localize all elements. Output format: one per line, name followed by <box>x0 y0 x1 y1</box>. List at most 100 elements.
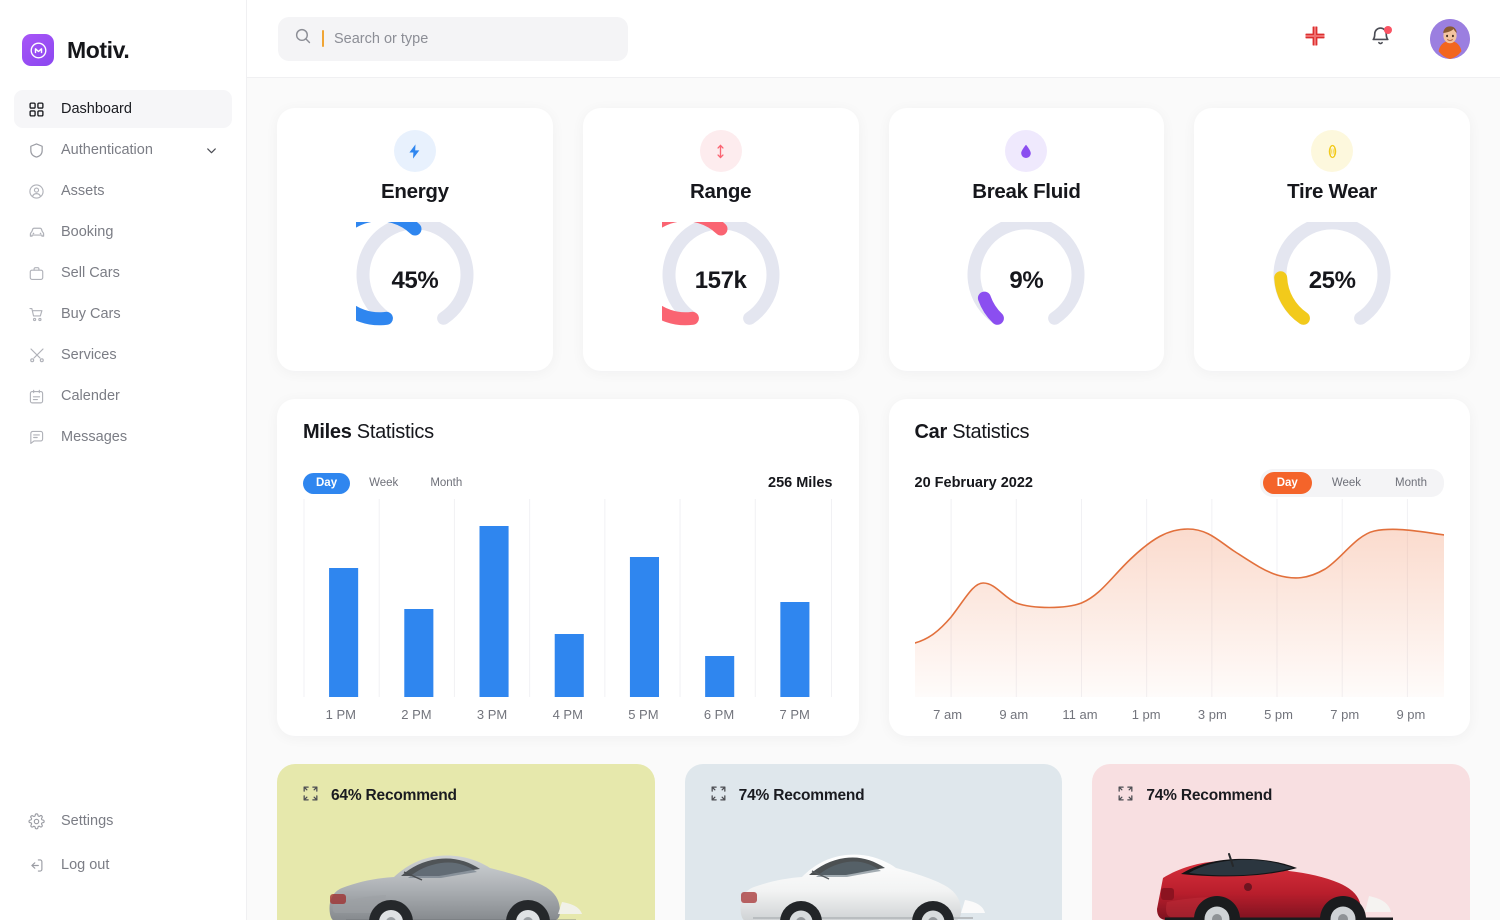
brand[interactable]: Motiv. <box>0 0 246 78</box>
motiv-m-logo-icon <box>22 34 54 66</box>
charts-row: Miles Statistics Day Week Month 256 Mile… <box>277 399 1470 736</box>
sidebar-item-log-out[interactable]: Log out <box>14 846 232 884</box>
sidebar-item-calender[interactable]: Calender <box>14 377 232 415</box>
panel-title-bold: Car <box>914 421 948 443</box>
axis-tick: 4 PM <box>552 707 583 722</box>
miles-total: 256 Miles <box>768 475 833 491</box>
miles-x-axis: 1 PM 2 PM 3 PM 4 PM 5 PM 6 PM 7 PM <box>303 707 833 722</box>
chevron-down-icon[interactable] <box>204 143 219 158</box>
brand-name: Motiv. <box>67 36 130 63</box>
car-image-silver-sedan <box>277 830 655 920</box>
sidebar-item-services[interactable]: Services <box>14 336 232 374</box>
axis-tick: 1 PM <box>325 707 356 722</box>
stat-card-range[interactable]: Range 157k <box>582 108 859 371</box>
sidebar-item-authentication[interactable]: Authentication <box>14 131 232 169</box>
car-panel-controls: 20 February 2022 Day Week Month <box>914 469 1444 497</box>
topbar-actions <box>1300 18 1470 59</box>
sidebar-item-label: Buy Cars <box>61 306 121 322</box>
sidebar-item-label: Sell Cars <box>61 265 120 281</box>
car-statistics-panel: Car Statistics 20 February 2022 Day Week… <box>888 399 1470 736</box>
notifications-button[interactable] <box>1365 24 1395 54</box>
add-button[interactable] <box>1300 24 1330 54</box>
search-input[interactable]: Search or type <box>278 16 628 61</box>
tab-week[interactable]: Week <box>1318 472 1375 494</box>
stat-title: Tire Wear <box>1287 180 1378 203</box>
sidebar-item-label: Messages <box>61 429 128 445</box>
axis-tick: 3 PM <box>476 707 508 722</box>
car-area-chart: 7 am 9 am 11 am 1 pm 3 pm 5 pm 7 pm 9 pm <box>913 499 1445 736</box>
sidebar-item-settings[interactable]: Settings <box>14 802 232 840</box>
miles-segmented-control: Day Week Month <box>303 472 475 494</box>
sidebar-item-label: Calender <box>61 388 120 404</box>
rotate-arrows-icon <box>709 784 728 808</box>
recommend-card-silver-sedan[interactable]: 64% Recommend <box>277 764 655 920</box>
avatar[interactable] <box>1430 18 1470 59</box>
sidebar-nav: Dashboard Authentication Assets Booking … <box>0 90 246 456</box>
notification-badge <box>1384 25 1392 34</box>
gear-icon <box>27 812 46 831</box>
grid-icon <box>27 100 46 119</box>
stat-card-break-fluid[interactable]: Break Fluid 9% <box>888 108 1165 371</box>
sidebar-item-label: Settings <box>61 813 114 829</box>
stat-title: Energy <box>381 180 449 203</box>
axis-tick: 7 am <box>933 707 963 722</box>
rotate-arrows-icon <box>1116 784 1135 808</box>
rotate-arrows-icon <box>301 784 320 808</box>
droplet-icon <box>1005 130 1048 172</box>
tab-month[interactable]: Month <box>1381 472 1441 494</box>
panel-title-bold: Miles <box>303 421 352 443</box>
sidebar-item-label: Authentication <box>61 142 153 158</box>
car-image-white-sedan <box>685 830 1063 920</box>
sidebar-item-messages[interactable]: Messages <box>14 418 232 456</box>
user-circle-icon <box>27 182 46 201</box>
tire-icon <box>1311 130 1354 172</box>
tab-day[interactable]: Day <box>1262 472 1312 494</box>
sidebar-bottom-nav: Settings Log out <box>0 802 246 920</box>
stat-title: Range <box>690 180 752 203</box>
search-caret <box>322 30 324 47</box>
axis-tick: 11 am <box>1062 707 1098 722</box>
briefcase-icon <box>27 264 46 283</box>
recommend-cards-row: 64% Recommend 74% Recommend 74% Recommen… <box>277 764 1471 920</box>
topbar: Search or type <box>247 0 1500 78</box>
gauge-value: 25% <box>1308 267 1356 294</box>
sidebar: Motiv. Dashboard Authentication Assets B… <box>0 0 247 920</box>
recommend-header: 74% Recommend <box>709 784 1039 808</box>
panel-title-rest: Statistics <box>351 421 434 443</box>
recommend-header: 74% Recommend <box>1116 784 1446 808</box>
axis-tick: 9 am <box>999 707 1029 722</box>
sidebar-item-sell-cars[interactable]: Sell Cars <box>14 254 232 292</box>
car-chart-date: 20 February 2022 <box>914 475 1034 491</box>
stat-card-energy[interactable]: Energy 45% <box>277 108 553 371</box>
search-icon <box>294 27 312 50</box>
tab-month[interactable]: Month <box>417 473 475 494</box>
axis-tick: 7 PM <box>779 707 810 722</box>
axis-tick: 3 pm <box>1197 707 1227 722</box>
sidebar-item-dashboard[interactable]: Dashboard <box>14 90 232 128</box>
axis-tick: 2 PM <box>401 707 432 722</box>
lightning-bolt-icon <box>393 130 436 172</box>
main-area: Search or type Energy 45% Range 157k Bre… <box>247 0 1500 920</box>
gauge-value: 45% <box>391 267 439 294</box>
gauge-range: 157k <box>626 208 780 340</box>
stat-card-tire-wear[interactable]: Tire Wear 25% <box>1194 108 1470 371</box>
stat-title: Break Fluid <box>972 180 1081 203</box>
sidebar-item-assets[interactable]: Assets <box>14 172 232 210</box>
gauge-break-fluid: 9% <box>967 216 1085 340</box>
recommend-label: 64% Recommend <box>331 787 457 804</box>
recommend-card-white-sedan[interactable]: 74% Recommend <box>684 764 1063 920</box>
sidebar-item-booking[interactable]: Booking <box>14 213 232 251</box>
recommend-card-red-hatchback[interactable]: 74% Recommend <box>1092 764 1471 920</box>
sidebar-item-label: Assets <box>61 183 105 199</box>
gauge-energy: 45% <box>320 208 474 340</box>
plus-icon <box>1303 24 1327 53</box>
axis-tick: 6 PM <box>703 707 735 722</box>
tab-week[interactable]: Week <box>356 473 411 494</box>
tab-day[interactable]: Day <box>303 472 351 494</box>
miles-panel-controls: Day Week Month 256 Miles <box>303 470 833 496</box>
recommend-label: 74% Recommend <box>1146 787 1273 804</box>
gauge-tire-wear: 25% <box>1273 216 1391 340</box>
calendar-icon <box>27 387 46 406</box>
panel-title: Miles Statistics <box>303 421 833 444</box>
sidebar-item-buy-cars[interactable]: Buy Cars <box>14 295 232 333</box>
